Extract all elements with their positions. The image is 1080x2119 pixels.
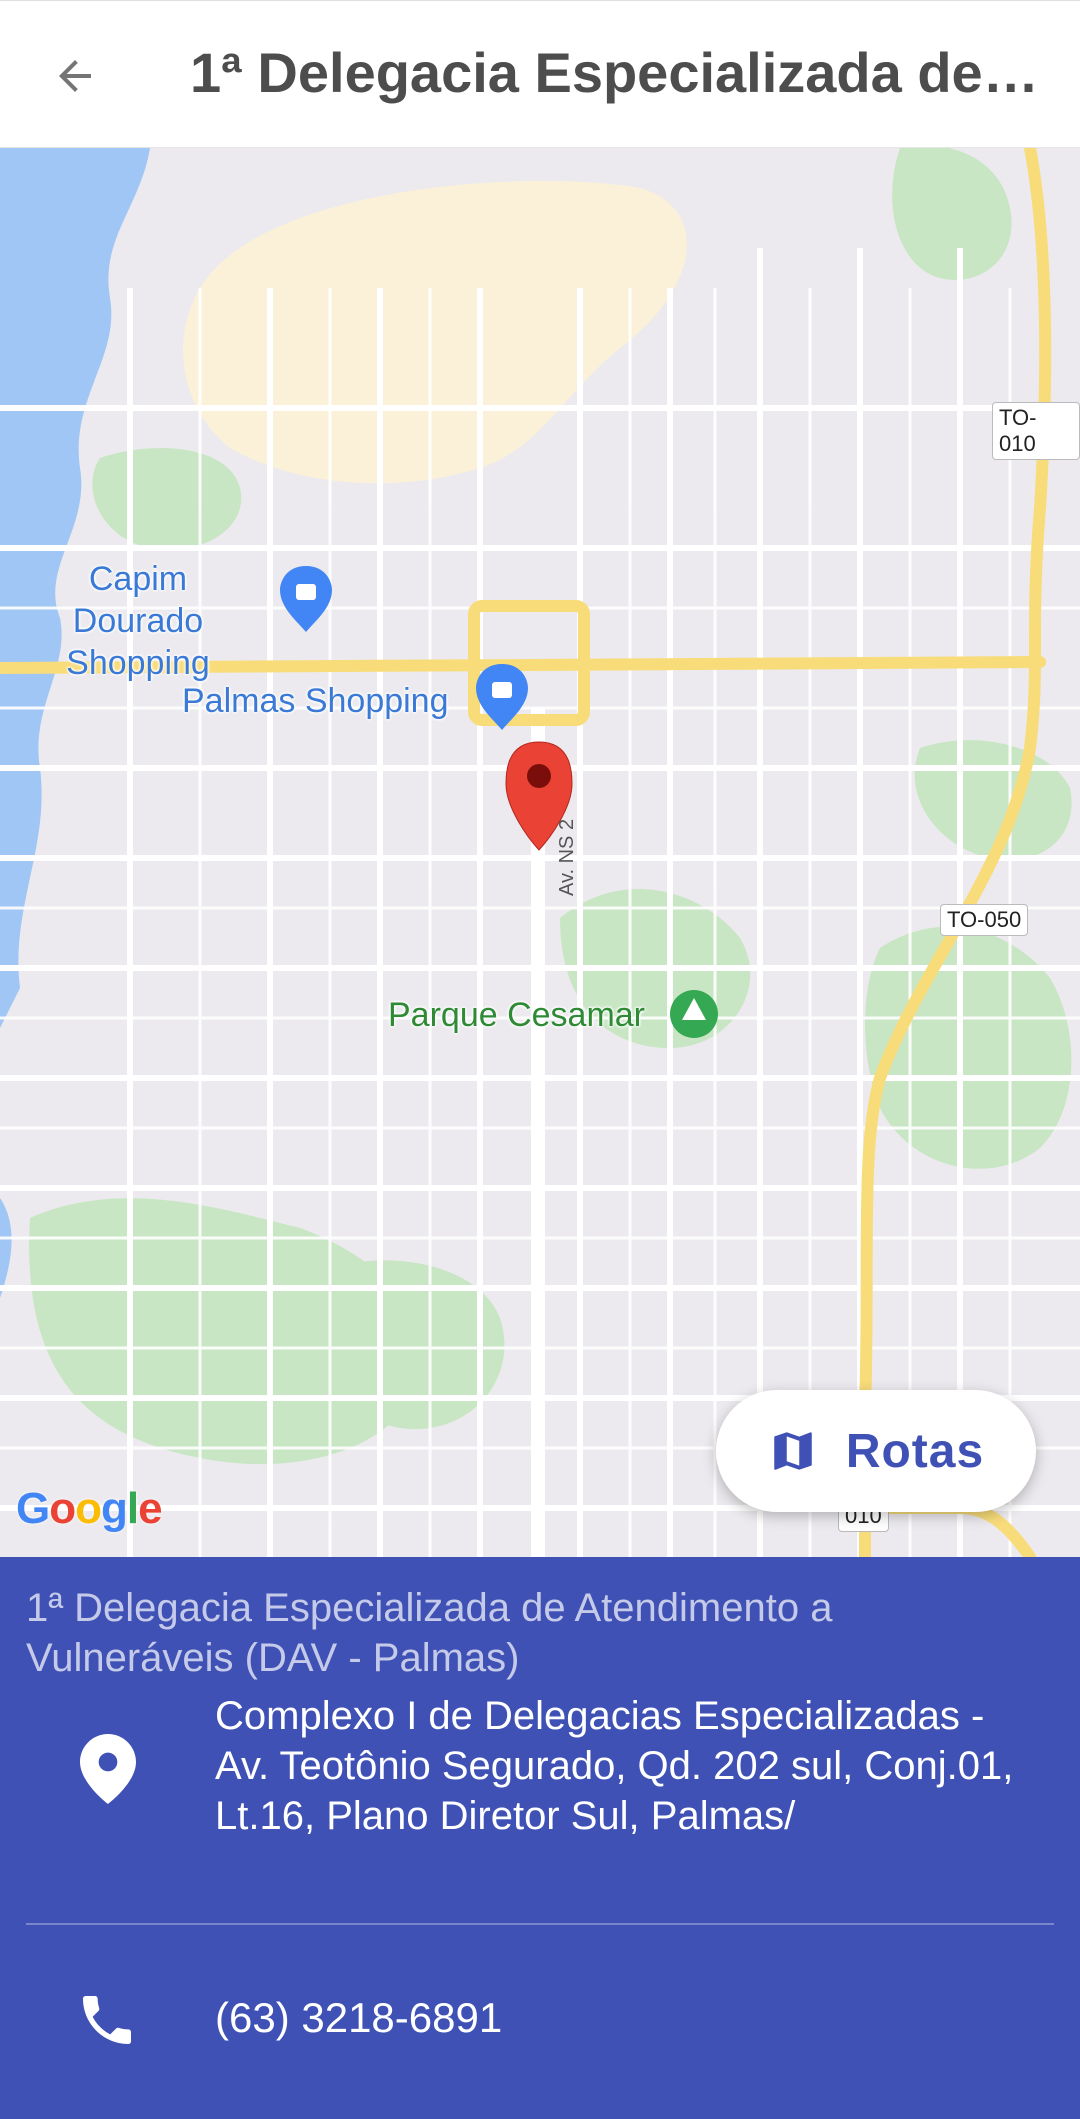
park-pin-icon — [670, 990, 718, 1038]
place-name: 1ª Delegacia Especializada de Atendiment… — [26, 1586, 833, 1680]
page-title: 1ª Delegacia Especializada de Atendiment… — [190, 41, 1040, 104]
map-label-parque-cesamar: Parque Cesamar — [388, 996, 646, 1034]
map-background — [0, 148, 1080, 1557]
road-tag-to050: TO-050 — [940, 904, 1029, 936]
location-pin-icon — [76, 1729, 140, 1809]
rotas-label: Rotas — [845, 1424, 985, 1478]
google-logo: Google — [16, 1484, 163, 1533]
map-label-capim-dourado: Capim Dourado Shopping — [66, 560, 210, 682]
map-icon — [774, 1432, 812, 1470]
phone-icon[interactable] — [72, 1985, 142, 2055]
phone-number[interactable]: (63) 3218-6891 — [215, 1993, 502, 2043]
map-label-palmas-shopping: Palmas Shopping — [182, 682, 449, 720]
app-bar: 1ª Delegacia Especializada de Atendiment… — [0, 0, 1080, 148]
rotas-button[interactable]: Rotas — [716, 1390, 1036, 1512]
details-panel: 1ª Delegacia Especializada de Atendiment… — [0, 1557, 1080, 2119]
road-tag-to010: TO-010 — [992, 402, 1080, 460]
map-view[interactable]: Capim Dourado Shopping Palmas Shopping P… — [0, 148, 1080, 1557]
back-button[interactable] — [40, 41, 110, 111]
street-label-av-ns2: Av. NS 2 — [556, 818, 578, 896]
divider — [26, 1923, 1054, 1925]
address-text: Complexo I de Delegacias Especializadas … — [215, 1694, 1014, 1838]
arrow-back-icon — [59, 60, 91, 92]
